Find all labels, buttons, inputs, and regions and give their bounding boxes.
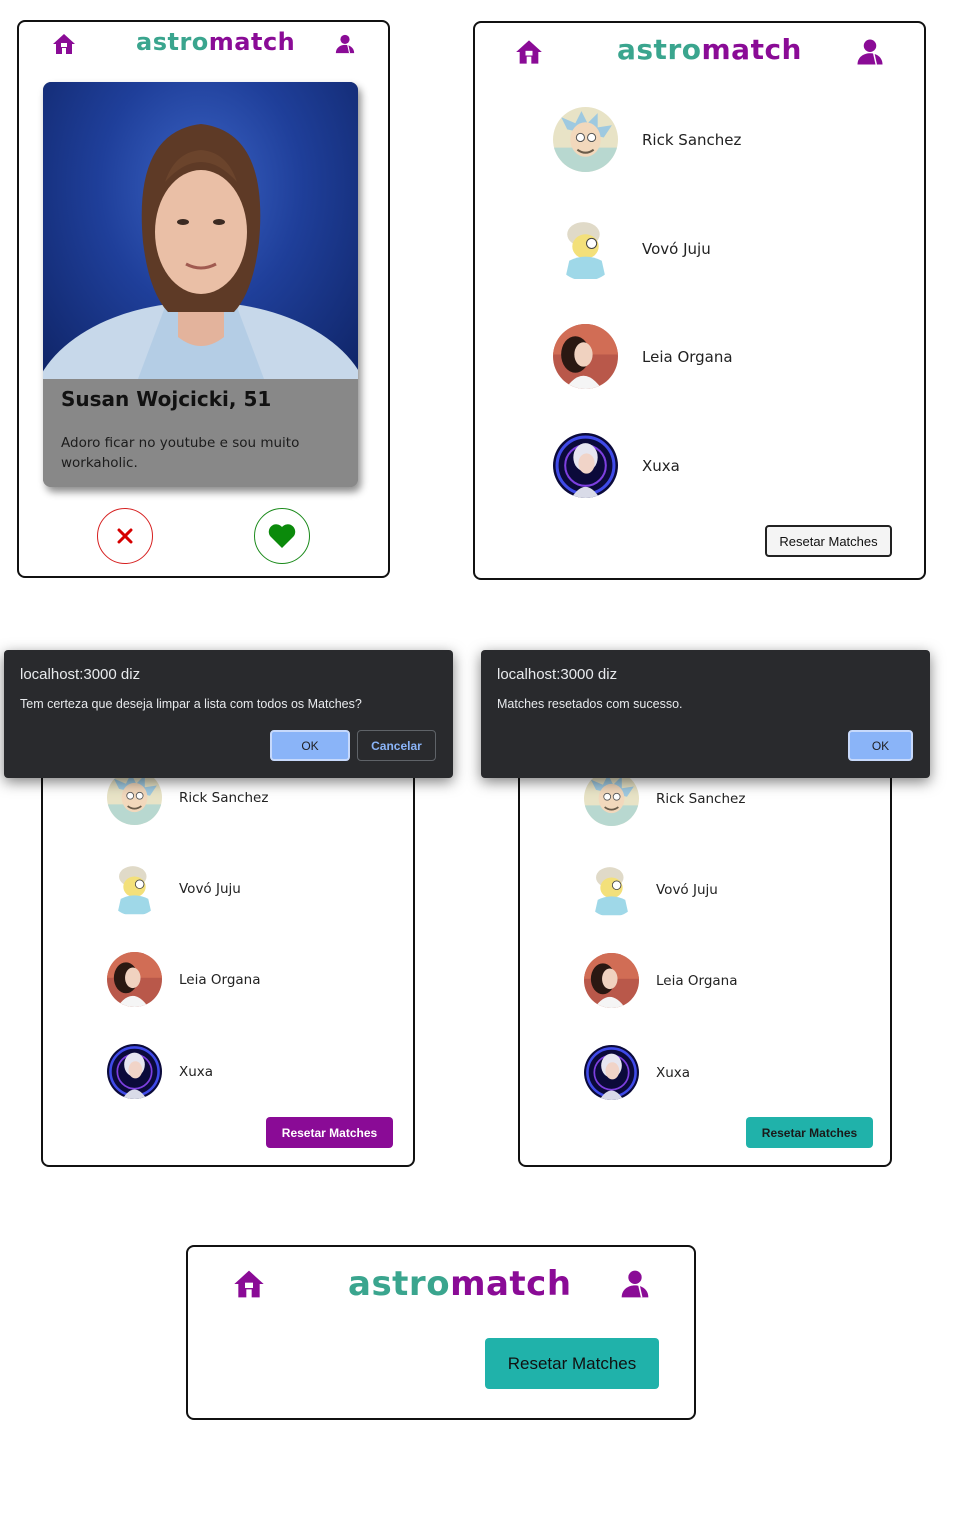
dialog-message: Tem certeza que deseja limpar a lista co… (20, 697, 362, 711)
match-avatar (107, 861, 162, 916)
home-icon[interactable] (51, 32, 77, 56)
matches-icon[interactable] (853, 37, 887, 67)
empty-matches-screen: astromatch Resetar Matches (186, 1245, 696, 1420)
match-name: Vovó Juju (656, 881, 718, 898)
match-row[interactable]: Xuxa (107, 1044, 213, 1099)
reset-matches-button[interactable]: Resetar Matches (765, 525, 892, 557)
cancel-button[interactable]: Cancelar (357, 730, 436, 761)
match-name: Xuxa (642, 456, 680, 475)
matches-icon[interactable] (618, 1268, 652, 1300)
match-name: Leia Organa (179, 971, 261, 988)
home-icon[interactable] (514, 38, 544, 66)
reset-matches-button[interactable]: Resetar Matches (266, 1117, 393, 1148)
dialog-message: Matches resetados com sucesso. (497, 697, 683, 711)
match-avatar (584, 771, 639, 826)
dialog-title: localhost:3000 diz (497, 666, 618, 683)
match-row[interactable]: Rick Sanchez (553, 107, 741, 172)
confirm-dialog: localhost:3000 diz Tem certeza que desej… (4, 650, 453, 778)
match-row[interactable]: Leia Organa (107, 952, 261, 1007)
app-logo: astromatch (136, 28, 296, 56)
profile-card: Susan Wojcicki, 51 Adoro ficar no youtub… (43, 82, 358, 487)
app-logo: astromatch (348, 1264, 572, 1304)
match-avatar (107, 1044, 162, 1099)
match-avatar (553, 107, 618, 172)
match-name: Xuxa (656, 1064, 691, 1081)
match-name: Rick Sanchez (179, 789, 269, 806)
match-avatar (107, 770, 162, 825)
match-row[interactable]: Rick Sanchez (584, 771, 745, 826)
match-row[interactable]: Xuxa (584, 1045, 690, 1100)
match-row[interactable]: Vovó Juju (107, 861, 241, 916)
match-avatar (553, 324, 618, 389)
match-name: Leia Organa (642, 347, 733, 366)
profile-bio: Adoro ficar no youtube e sou muito worka… (61, 435, 300, 471)
match-name: Xuxa (179, 1063, 214, 1080)
match-avatar (107, 952, 162, 1007)
match-row[interactable]: Leia Organa (584, 953, 738, 1008)
match-row[interactable]: Leia Organa (553, 324, 733, 389)
matches-icon[interactable] (333, 33, 357, 55)
reset-matches-button[interactable]: Resetar Matches (485, 1338, 659, 1389)
match-avatar (553, 216, 618, 281)
match-avatar (584, 1045, 639, 1100)
profile-photo (43, 82, 358, 379)
match-avatar (553, 433, 618, 498)
dialog-title: localhost:3000 diz (20, 666, 141, 683)
reset-matches-button[interactable]: Resetar Matches (746, 1117, 873, 1148)
match-avatar (584, 862, 639, 917)
match-name: Vovó Juju (642, 239, 711, 258)
match-row[interactable]: Rick Sanchez (107, 770, 268, 825)
ok-button[interactable]: OK (848, 730, 913, 761)
match-name: Rick Sanchez (642, 130, 742, 149)
success-dialog: localhost:3000 diz Matches resetados com… (481, 650, 930, 778)
match-row[interactable]: Xuxa (553, 433, 680, 498)
match-row[interactable]: Vovó Juju (584, 862, 718, 917)
matches-screen: astromatch Rick Sanchez Vovó Juju Leia O… (473, 21, 926, 580)
close-icon (117, 528, 133, 544)
profile-info: Susan Wojcicki, 51 Adoro ficar no youtub… (43, 379, 358, 487)
reject-button[interactable] (97, 508, 153, 564)
match-name: Leia Organa (656, 972, 738, 989)
match-row[interactable]: Vovó Juju (553, 216, 711, 281)
home-icon[interactable] (232, 1268, 266, 1300)
ok-button[interactable]: OK (270, 730, 350, 761)
heart-icon (268, 524, 296, 548)
like-button[interactable] (254, 508, 310, 564)
profile-name: Susan Wojcicki, 51 (61, 387, 272, 411)
app-logo: astromatch (617, 33, 802, 66)
match-avatar (584, 953, 639, 1008)
match-name: Vovó Juju (179, 880, 241, 897)
match-name: Rick Sanchez (656, 790, 746, 807)
